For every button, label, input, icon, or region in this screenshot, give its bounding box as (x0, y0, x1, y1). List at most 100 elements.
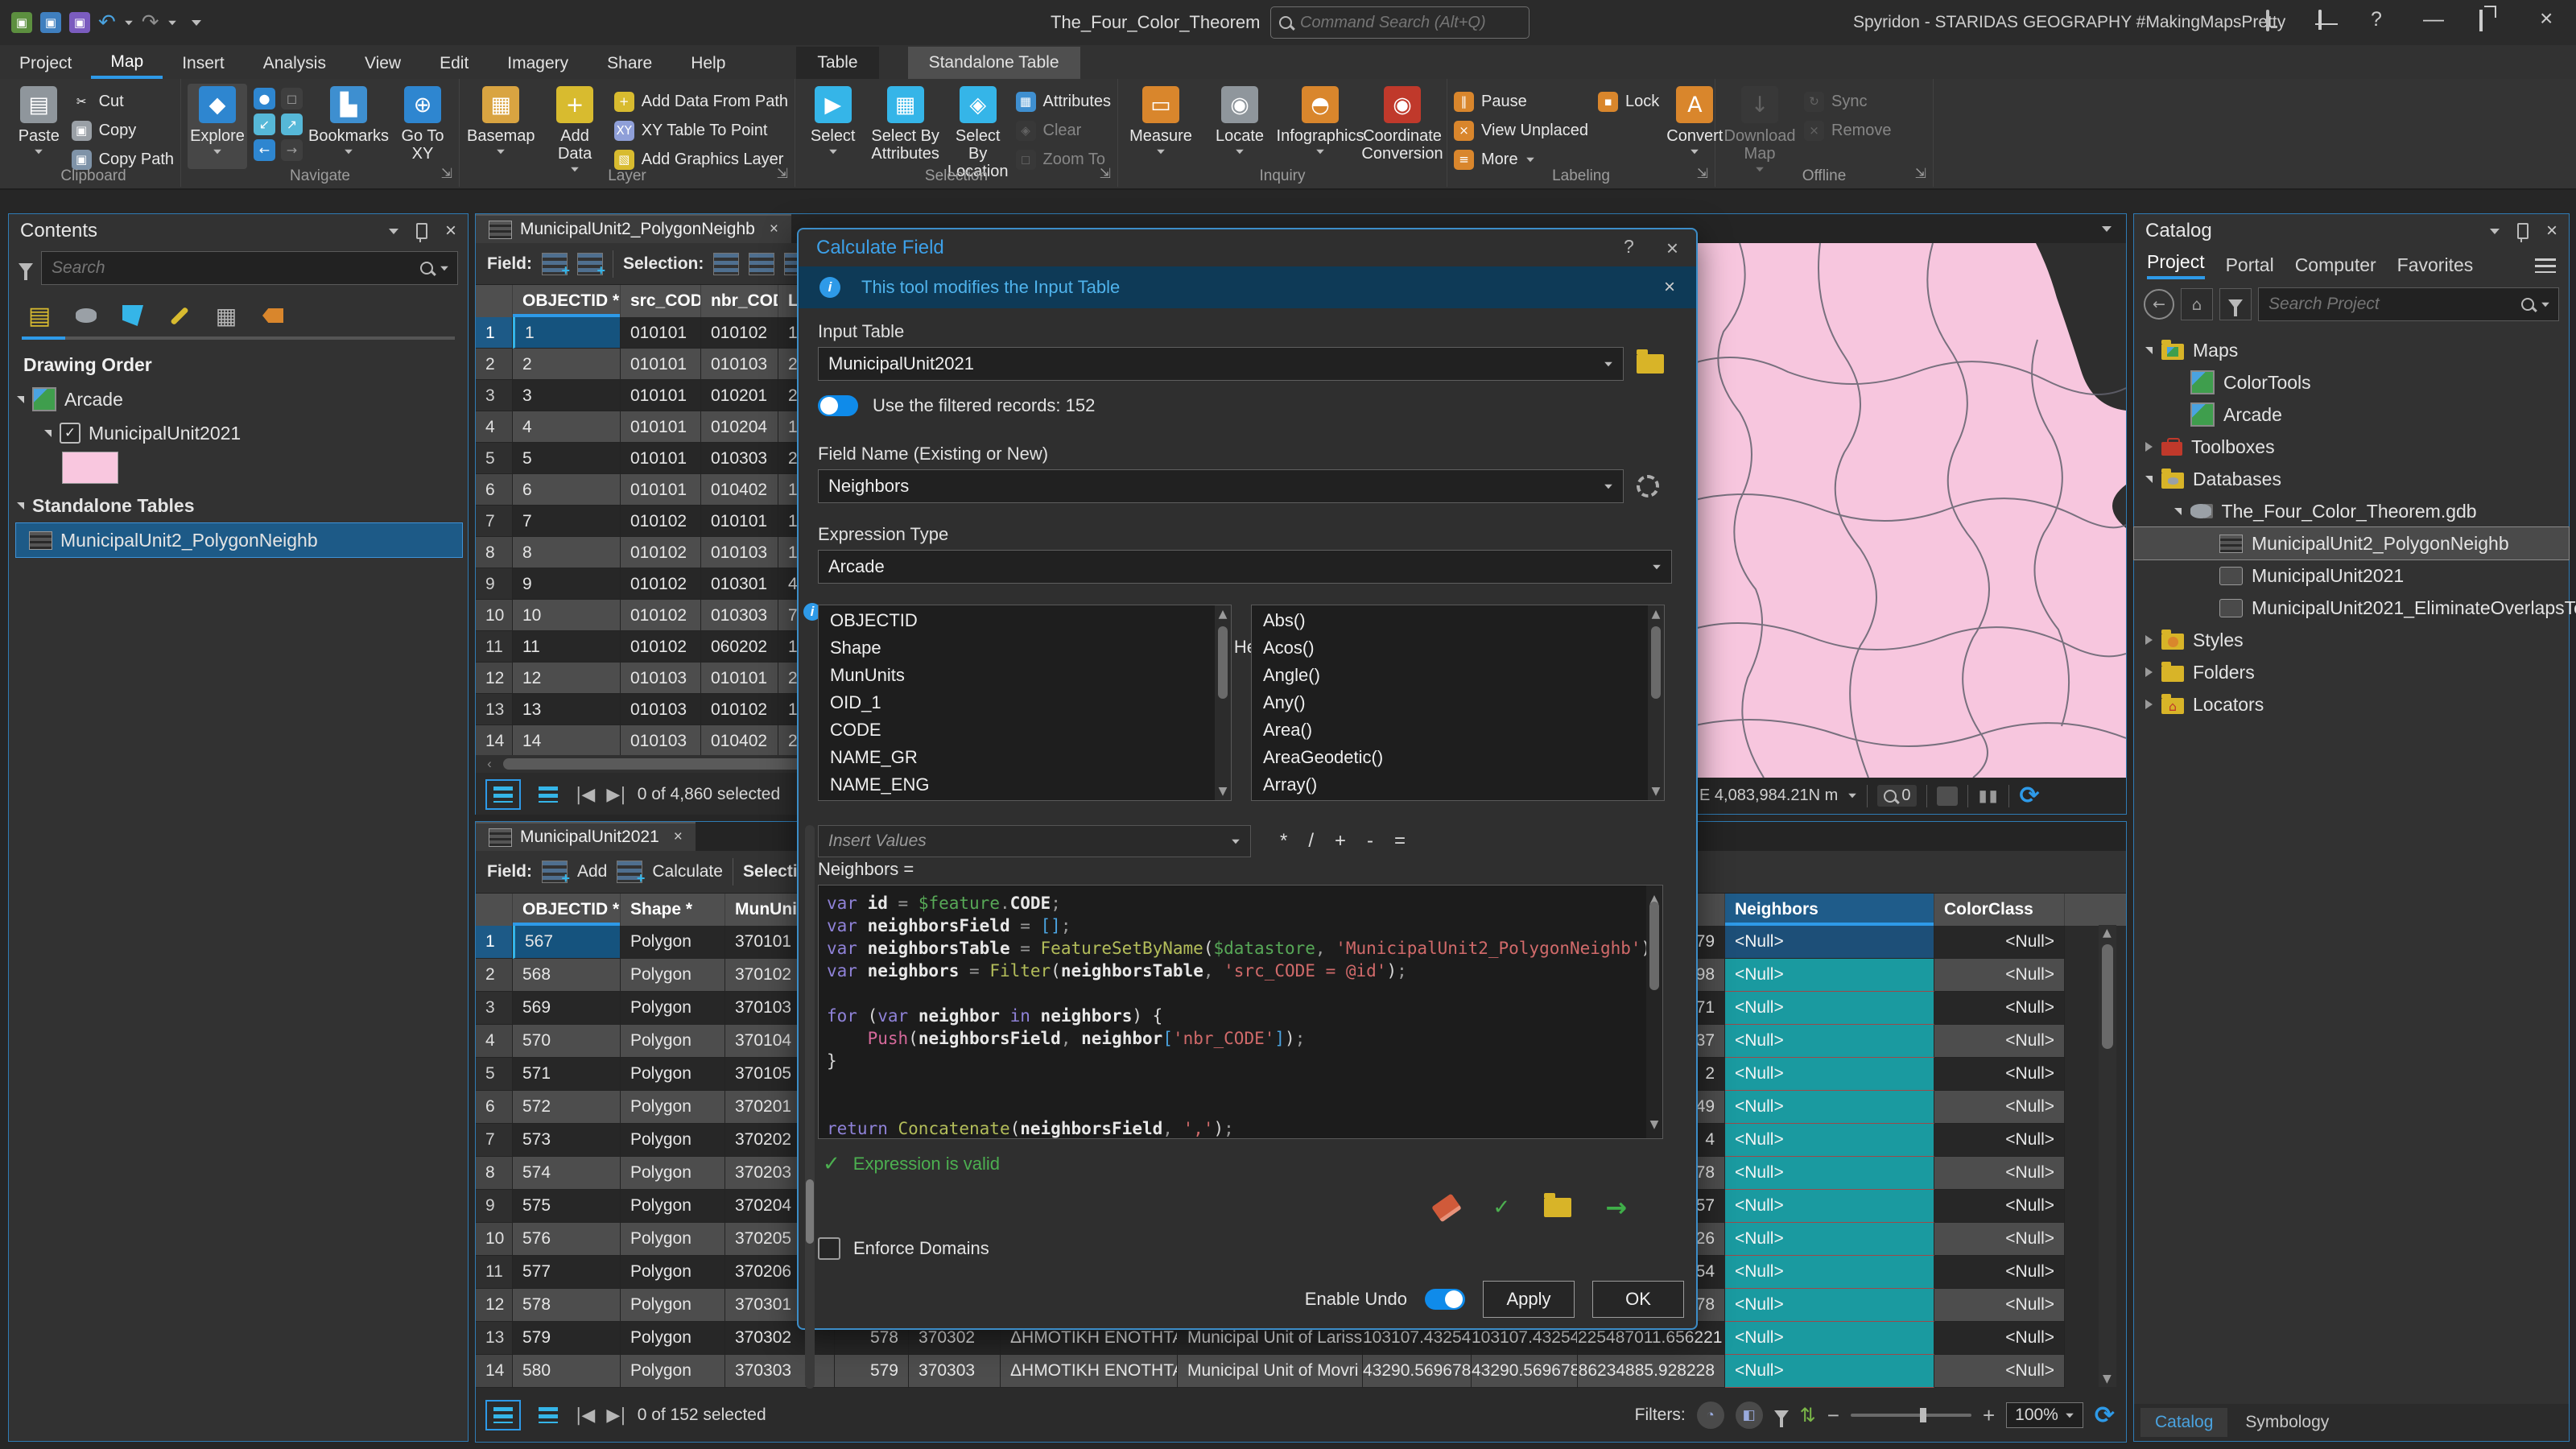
table-cell[interactable]: 010101 (621, 349, 701, 380)
catalog-tab-favorites[interactable]: Favorites (2397, 254, 2474, 276)
layer-checkbox[interactable]: ✓ (60, 423, 80, 444)
field-item-name-gr[interactable]: NAME_GR (819, 742, 1231, 770)
ribbon-button-add-data[interactable]: +Add Data (543, 84, 608, 175)
selection-count-button[interactable]: 0 (1877, 785, 1917, 807)
field-item-shape-leng[interactable]: Shape_Leng (819, 797, 1231, 801)
close-icon[interactable]: × (445, 220, 456, 242)
row-number-cell[interactable]: 1 (476, 317, 513, 349)
row-number-cell[interactable]: 8 (476, 537, 513, 568)
row-number-cell[interactable]: 1 (476, 926, 513, 959)
column-header-blank[interactable] (476, 894, 513, 926)
fields-list[interactable]: ▲▼ OBJECTIDShapeMunUnitsOID_1CODENAME_GR… (818, 605, 1232, 801)
table-cell[interactable]: 010204 (701, 411, 778, 443)
tab-municipalunit2-polygonneighb[interactable]: MunicipalUnit2_PolygonNeighb × (476, 214, 791, 243)
filter-time-icon[interactable]: ◔ (1697, 1402, 1724, 1429)
ribbon-tab-analysis[interactable]: Analysis (244, 48, 345, 79)
collapse-arrow-icon[interactable] (2145, 347, 2153, 354)
table-cell[interactable]: 370303 (725, 1355, 835, 1388)
catalog-item-arcade[interactable]: Arcade (2134, 398, 2569, 431)
colorclass-cell[interactable]: <Null> (1934, 992, 2065, 1025)
helper-item-any[interactable]: Any() (1252, 687, 1664, 715)
table-cell[interactable]: 010201 (701, 380, 778, 411)
form-view-icon[interactable] (532, 1402, 564, 1429)
colorclass-cell[interactable]: <Null> (1934, 1190, 2065, 1223)
table-cell[interactable]: 11 (513, 631, 621, 663)
colorclass-cell[interactable]: <Null> (1934, 1355, 2065, 1388)
row-number-cell[interactable]: 10 (476, 1223, 513, 1256)
expand-arrow-icon[interactable] (2145, 635, 2153, 645)
table-cell[interactable]: 10 (513, 600, 621, 631)
ribbon-tab-imagery[interactable]: Imagery (488, 48, 588, 79)
pin-icon[interactable] (416, 223, 427, 239)
collapse-arrow-icon[interactable] (2145, 476, 2153, 483)
calculate-field-icon[interactable] (577, 253, 603, 275)
catalog-tab-computer[interactable]: Computer (2295, 254, 2376, 276)
ribbon-tab-help[interactable]: Help (671, 48, 745, 79)
list-by-labeling-icon[interactable] (255, 299, 291, 332)
table-cell[interactable]: 010102 (621, 568, 701, 600)
refresh-map-icon[interactable]: ⟳ (2019, 782, 2039, 810)
field-item-mununits[interactable]: MunUnits (819, 660, 1231, 687)
table-cell[interactable]: 060202 (701, 631, 778, 663)
neighbors-cell[interactable]: <Null> (1725, 1322, 1934, 1355)
bottom-tab-catalog[interactable]: Catalog (2140, 1408, 2227, 1437)
table-cell[interactable]: 4 (513, 411, 621, 443)
table-cell[interactable]: 570 (513, 1025, 621, 1058)
row-number-cell[interactable]: 11 (476, 1256, 513, 1289)
table-cell[interactable]: 010303 (701, 443, 778, 474)
neighbors-cell[interactable]: <Null> (1725, 1124, 1934, 1157)
ribbon-button-select-by-attributes[interactable]: ▦Select By Attributes (870, 84, 939, 169)
table-cell[interactable]: 010101 (621, 317, 701, 349)
customize-qat-icon[interactable] (192, 20, 201, 26)
last-record-icon[interactable]: ▶| (606, 785, 625, 805)
catalog-item-databases[interactable]: Databases (2134, 463, 2569, 495)
catalog-item-styles[interactable]: Styles (2134, 624, 2569, 656)
bottom-tab-symbology[interactable]: Symbology (2231, 1408, 2343, 1437)
device-icon[interactable] (2266, 11, 2269, 31)
operator-button[interactable]: / (1300, 830, 1322, 852)
row-number-cell[interactable]: 13 (476, 1322, 513, 1355)
colorclass-cell[interactable]: <Null> (1934, 1322, 2065, 1355)
close-tab-icon[interactable]: × (770, 221, 778, 238)
ribbon-button-bookmarks[interactable]: ▙Bookmarks (311, 84, 386, 169)
insert-values-combo[interactable]: Insert Values (818, 825, 1251, 857)
enable-undo-toggle[interactable] (1425, 1289, 1465, 1310)
ribbon-contextual-tab-standalone-table[interactable]: Standalone Table (908, 47, 1080, 79)
new-project-icon[interactable]: ▣ (11, 12, 32, 33)
table-cell[interactable]: Polygon (621, 1289, 725, 1322)
last-record-icon[interactable]: ▶| (606, 1406, 625, 1426)
contents-search[interactable] (41, 251, 458, 285)
close-tab-icon[interactable]: × (674, 828, 683, 846)
table-cell[interactable]: 010301 (701, 568, 778, 600)
table-cell[interactable]: Polygon (621, 992, 725, 1025)
pin-icon[interactable] (2517, 223, 2529, 239)
ribbon-tab-insert[interactable]: Insert (163, 48, 244, 79)
zoom-in-icon[interactable]: + (1983, 1403, 1995, 1428)
group-launcher-icon[interactable]: ⇲ (777, 166, 788, 182)
row-number-cell[interactable]: 12 (476, 663, 513, 694)
minimize-button[interactable]: — (2423, 6, 2444, 31)
table-cell[interactable]: 010101 (621, 411, 701, 443)
catalog-item-locators[interactable]: ⌂Locators (2134, 688, 2569, 720)
restore-button[interactable] (2479, 11, 2483, 31)
table-cell[interactable]: 010102 (621, 600, 701, 631)
ribbon-tab-view[interactable]: View (345, 48, 420, 79)
add-field-button[interactable]: Add (577, 862, 607, 881)
table-cell[interactable]: 580 (513, 1355, 621, 1388)
bottom-table-vscrollbar[interactable]: ▲ ▼ (2099, 925, 2116, 1387)
neighbors-cell[interactable]: <Null> (1725, 1091, 1934, 1124)
undo-icon[interactable]: ↶ (98, 10, 116, 35)
catalog-item-municipalunit2021-eliminateoverlapstool[interactable]: MunicipalUnit2021_EliminateOverlapsTool (2134, 592, 2569, 624)
calculate-field-icon[interactable] (617, 861, 642, 883)
table-cell[interactable]: 579 (835, 1355, 909, 1388)
list-by-snapping-icon[interactable]: ▦ (208, 299, 244, 332)
map-canvas[interactable] (1691, 243, 2126, 778)
home-icon[interactable]: ⌂ (2181, 288, 2213, 320)
help-icon[interactable]: ? (2371, 8, 2382, 31)
helper-item-area[interactable]: Area() (1252, 715, 1664, 742)
table-cell[interactable]: 010402 (701, 474, 778, 506)
catalog-tab-project[interactable]: Project (2147, 251, 2205, 279)
colorclass-cell[interactable]: <Null> (1934, 1091, 2065, 1124)
filter-range-icon[interactable]: ◧ (1736, 1402, 1763, 1429)
neighbors-cell[interactable]: <Null> (1725, 1256, 1934, 1289)
